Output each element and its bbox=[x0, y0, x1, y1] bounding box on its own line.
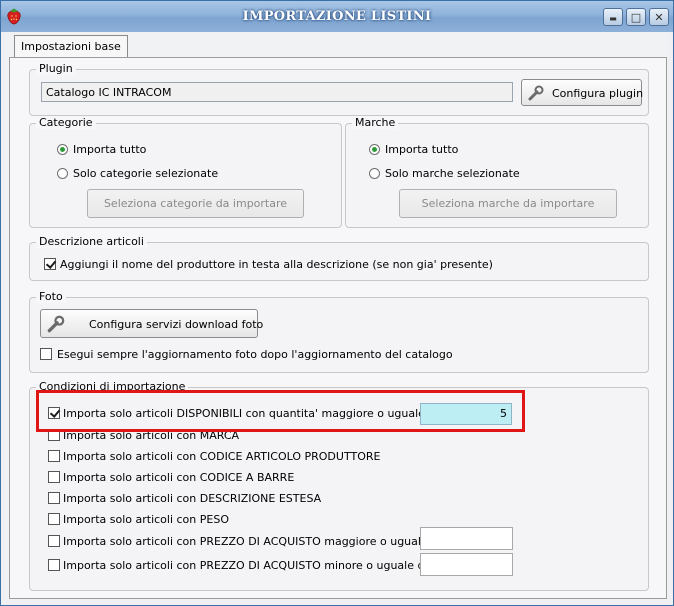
marche-importa-tutto-radio[interactable] bbox=[369, 144, 380, 155]
importazione-listini-window: IMPORTAZIONE LISTINI ▬ □ ✕ Impostazioni … bbox=[0, 0, 674, 606]
aggiornamento-foto-checkbox[interactable] bbox=[40, 348, 52, 360]
condizione-descrizione-estesa-label: Importa solo articoli con DESCRIZIONE ES… bbox=[63, 492, 322, 505]
maximize-icon: □ bbox=[630, 11, 642, 24]
categorie-solo-selezionate-label: Solo categorie selezionate bbox=[73, 167, 219, 180]
categorie-group-label: Categorie bbox=[36, 116, 96, 129]
configura-servizi-foto-button[interactable]: Configura servizi download foto bbox=[40, 309, 263, 338]
foto-group-label: Foto bbox=[36, 290, 66, 303]
configura-plugin-button[interactable]: Configura plugin bbox=[521, 79, 644, 106]
categorie-importa-tutto-radio[interactable] bbox=[57, 144, 68, 155]
condizione-peso-label: Importa solo articoli con PESO bbox=[63, 513, 229, 526]
wrench-icon bbox=[47, 315, 65, 333]
condizione-descrizione-estesa-checkbox[interactable] bbox=[48, 492, 60, 504]
close-icon: ✕ bbox=[654, 11, 664, 24]
condizione-codice-barre-label: Importa solo articoli con CODICE A BARRE bbox=[63, 471, 295, 484]
marche-group-label: Marche bbox=[352, 116, 399, 129]
descrizione-group-label: Descrizione articoli bbox=[36, 235, 147, 248]
minimize-icon: ▬ bbox=[609, 14, 617, 23]
categorie-group: Categorie Importa tutto Solo categorie s… bbox=[29, 116, 342, 228]
condizione-codice-produttore-label: Importa solo articoli con CODICE ARTICOL… bbox=[63, 450, 381, 463]
aggiungi-produttore-checkbox[interactable] bbox=[44, 258, 56, 270]
wrench-icon bbox=[528, 85, 544, 101]
plugin-group-label: Plugin bbox=[36, 62, 76, 75]
descrizione-group: Descrizione articoli Aggiungi il nome de… bbox=[29, 235, 649, 281]
prezzo-acquisto-min-input[interactable] bbox=[420, 527, 513, 550]
condizione-prezzo-min-label: Importa solo articoli con PREZZO DI ACQU… bbox=[63, 535, 449, 548]
title-bar[interactable]: IMPORTAZIONE LISTINI ▬ □ ✕ bbox=[1, 1, 673, 32]
condizione-codice-produttore-checkbox[interactable] bbox=[48, 450, 60, 462]
tab-impostazioni-base[interactable]: Impostazioni base bbox=[14, 35, 128, 58]
condizione-prezzo-max-label: Importa solo articoli con PREZZO DI ACQU… bbox=[63, 559, 435, 572]
minimize-button[interactable]: ▬ bbox=[603, 8, 623, 26]
condizione-codice-barre-checkbox[interactable] bbox=[48, 471, 60, 483]
plugin-group: Plugin Catalogo IC INTRACOM Configura pl… bbox=[29, 62, 649, 116]
aggiornamento-foto-label: Esegui sempre l'aggiornamento foto dopo … bbox=[57, 348, 453, 361]
tab-panel-impostazioni-base: Plugin Catalogo IC INTRACOM Configura pl… bbox=[9, 57, 667, 599]
maximize-button[interactable]: □ bbox=[626, 8, 646, 26]
foto-group: Foto Configura servizi download foto Ese… bbox=[29, 290, 649, 373]
seleziona-marche-button[interactable]: Seleziona marche da importare bbox=[399, 189, 617, 218]
categorie-importa-tutto-label: Importa tutto bbox=[73, 143, 147, 156]
window-title: IMPORTAZIONE LISTINI bbox=[242, 9, 432, 24]
marche-solo-selezionate-radio[interactable] bbox=[369, 168, 380, 179]
configura-servizi-foto-label: Configura servizi download foto bbox=[89, 318, 264, 331]
marche-importa-tutto-label: Importa tutto bbox=[385, 143, 459, 156]
aggiungi-produttore-label: Aggiungi il nome del produttore in testa… bbox=[60, 258, 493, 271]
close-button[interactable]: ✕ bbox=[649, 8, 669, 26]
marche-solo-selezionate-label: Solo marche selezionate bbox=[385, 167, 520, 180]
plugin-field[interactable]: Catalogo IC INTRACOM bbox=[41, 82, 513, 102]
condizione-prezzo-min-checkbox[interactable] bbox=[48, 535, 60, 547]
highlight-annotation bbox=[36, 390, 525, 432]
tab-container: Impostazioni base Plugin Catalogo IC INT… bbox=[6, 32, 668, 599]
marche-group: Marche Importa tutto Solo marche selezio… bbox=[345, 116, 649, 228]
categorie-solo-selezionate-radio[interactable] bbox=[57, 168, 68, 179]
seleziona-categorie-button[interactable]: Seleziona categorie da importare bbox=[87, 189, 304, 218]
condizione-peso-checkbox[interactable] bbox=[48, 513, 60, 525]
condizione-prezzo-max-checkbox[interactable] bbox=[48, 559, 60, 571]
prezzo-acquisto-max-input[interactable] bbox=[420, 553, 513, 576]
configura-plugin-label: Configura plugin bbox=[552, 87, 644, 100]
